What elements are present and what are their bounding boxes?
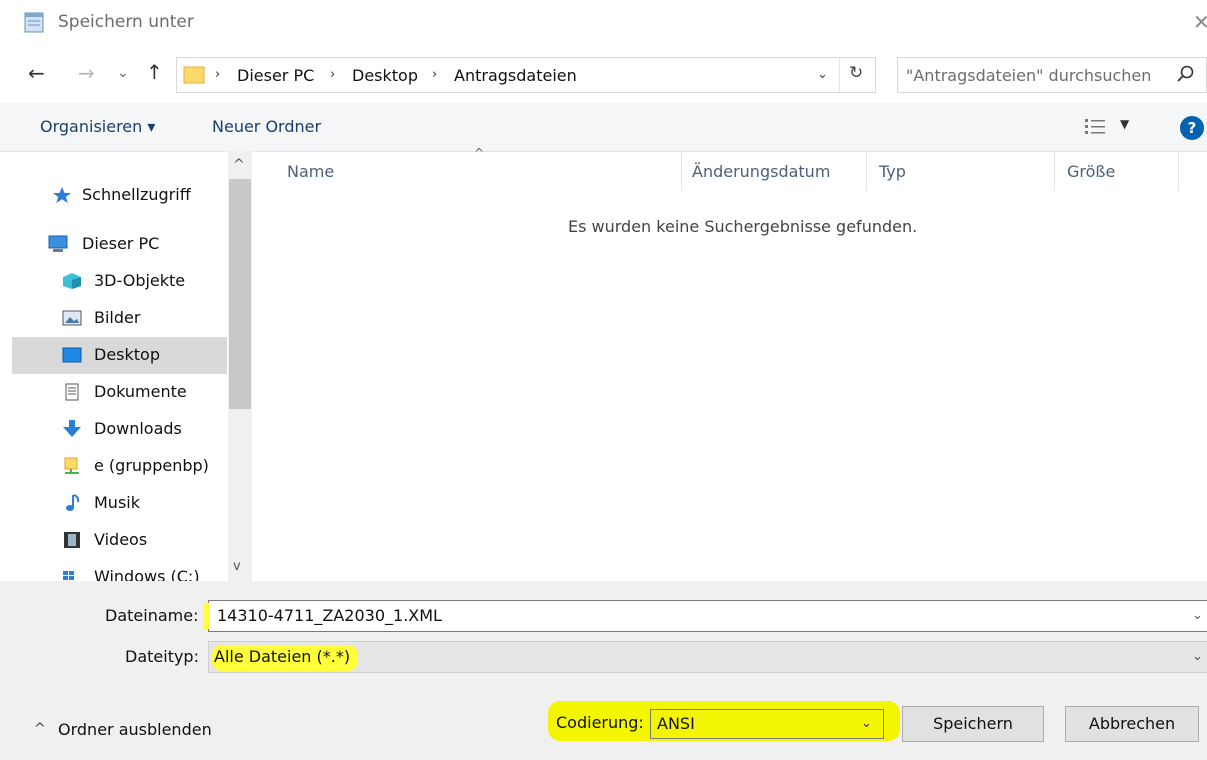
new-folder-button[interactable]: Neuer Ordner [212,117,321,136]
column-header-type[interactable]: Typ [879,162,906,181]
sidebar-item-windows-c[interactable]: Windows (C:) [12,559,227,581]
sidebar-item-musik[interactable]: Musik [12,485,227,522]
computer-icon [48,235,68,252]
sidebar-item-label: e (gruppenbp) [94,456,209,475]
pictures-icon [62,310,82,326]
column-divider[interactable] [866,151,867,191]
sidebar-item-label: Desktop [94,345,160,364]
filename-dropdown-icon[interactable]: ⌄ [1192,608,1203,623]
refresh-icon[interactable]: ↻ [849,63,863,83]
hide-folders-button[interactable]: Ordner ausblenden [58,720,212,739]
search-input[interactable]: "Antragsdateien" durchsuchen [897,57,1207,93]
sidebar-item-3d-objekte[interactable]: 3D-Objekte [12,263,227,300]
desktop-icon [62,347,82,363]
document-icon [65,383,79,401]
command-bar: Organisieren ▾ Neuer Ordner ▼ ? [0,103,1207,152]
search-icon[interactable] [1176,64,1196,84]
save-form: Dateiname: 14310-4711_ZA2030_1.XML ⌄ Dat… [0,581,1207,760]
sidebar-item-label: Schnellzugriff [82,185,191,204]
filetype-dropdown-icon[interactable]: ⌄ [1192,649,1203,664]
chevron-up-icon[interactable]: ^ [34,721,46,737]
filetype-label: Dateityp: [125,647,199,666]
sidebar-item-label: Dokumente [94,382,187,401]
sidebar-item-videos[interactable]: Videos [12,522,227,559]
star-icon [53,187,71,203]
sidebar-item-e-gruppenbp[interactable]: e (gruppenbp) [12,448,227,485]
breadcrumb-separator: › [215,67,221,82]
column-header-size[interactable]: Größe [1067,162,1115,181]
sidebar-item-label: Videos [94,530,148,549]
sidebar-item-label: Dieser PC [82,234,160,253]
network-drive-icon [64,457,79,474]
close-icon[interactable]: ✕ [1193,10,1207,34]
windows-drive-icon [63,571,74,580]
recent-locations-chevron-icon[interactable]: ⌄ [117,63,129,83]
sidebar-item-label: 3D-Objekte [94,271,186,290]
sort-ascending-icon: ^ [474,146,485,160]
encoding-value: ANSI [657,714,695,733]
address-dropdown-icon[interactable]: ⌄ [817,67,828,82]
highlight-mark [203,603,209,629]
scrollbar-thumb[interactable] [229,179,251,409]
filename-input[interactable]: 14310-4711_ZA2030_1.XML ⌄ [203,600,1207,632]
breadcrumb-separator: › [330,67,336,82]
organize-button[interactable]: Organisieren ▾ [40,117,155,136]
window-title: Speichern unter [58,12,194,32]
scroll-up-icon[interactable]: ^ [233,157,245,173]
view-options-icon[interactable] [1084,117,1108,135]
file-list: ^ Name Änderungsdatum Typ Größe Es wurde… [254,146,1207,581]
breadcrumb-antragsdateien[interactable]: Antragsdateien [454,66,577,85]
address-bar[interactable]: › Dieser PC › Desktop › Antragsdateien ⌄… [176,57,876,93]
column-divider[interactable] [681,151,682,191]
column-divider[interactable] [1054,151,1055,191]
cancel-button[interactable]: Abbrechen [1065,706,1199,742]
sidebar-item-dokumente[interactable]: Dokumente [12,374,227,411]
view-dropdown-icon[interactable]: ▼ [1120,117,1129,131]
save-button[interactable]: Speichern [902,706,1044,742]
up-button[interactable]: ↑ [146,62,163,82]
filename-value: 14310-4711_ZA2030_1.XML [217,606,442,625]
navigation-scrollbar[interactable]: ^ v [228,151,252,581]
breadcrumb-dieser-pc[interactable]: Dieser PC [237,66,314,85]
sidebar-item-desktop[interactable]: Desktop [12,337,227,374]
cube-icon [63,273,81,289]
music-icon [66,494,80,511]
column-header-date[interactable]: Änderungsdatum [692,162,830,181]
notepad-icon [24,12,44,33]
encoding-label: Codierung: [556,713,644,732]
folder-icon [183,66,205,84]
download-icon [63,420,81,437]
back-button[interactable]: ← [28,63,45,83]
scroll-down-icon[interactable]: v [233,559,241,574]
empty-results-message: Es wurden keine Suchergebnisse gefunden. [568,217,918,236]
sidebar-item-bilder[interactable]: Bilder [12,300,227,337]
sidebar-item-label: Downloads [94,419,182,438]
help-icon[interactable]: ? [1180,116,1204,140]
sidebar-item-label: Musik [94,493,140,512]
sidebar-item-downloads[interactable]: Downloads [12,411,227,448]
search-placeholder: "Antragsdateien" durchsuchen [906,66,1152,85]
navigation-pane: Schnellzugriff Dieser PC 3D-Objekte Bild… [12,151,227,581]
forward-button[interactable]: → [78,63,95,83]
column-divider[interactable] [1178,151,1179,191]
encoding-dropdown-icon[interactable]: ⌄ [861,716,872,731]
address-divider [839,58,840,92]
filetype-value: Alle Dateien (*.*) [212,645,359,671]
video-icon [64,532,80,548]
sidebar-item-label: Bilder [94,308,141,327]
encoding-select[interactable]: ANSI ⌄ [650,709,884,739]
column-header-name[interactable]: Name [287,162,334,181]
filename-label: Dateiname: [105,606,199,625]
sidebar-item-schnellzugriff[interactable]: Schnellzugriff [12,177,227,214]
sidebar-item-dieser-pc[interactable]: Dieser PC [12,226,227,263]
sidebar-item-label: Windows (C:) [94,567,200,581]
title-bar: Speichern unter ✕ [0,0,1207,48]
breadcrumb-separator: › [432,67,438,82]
breadcrumb-desktop[interactable]: Desktop [352,66,418,85]
filetype-select[interactable]: Alle Dateien (*.*) ⌄ [208,641,1207,673]
